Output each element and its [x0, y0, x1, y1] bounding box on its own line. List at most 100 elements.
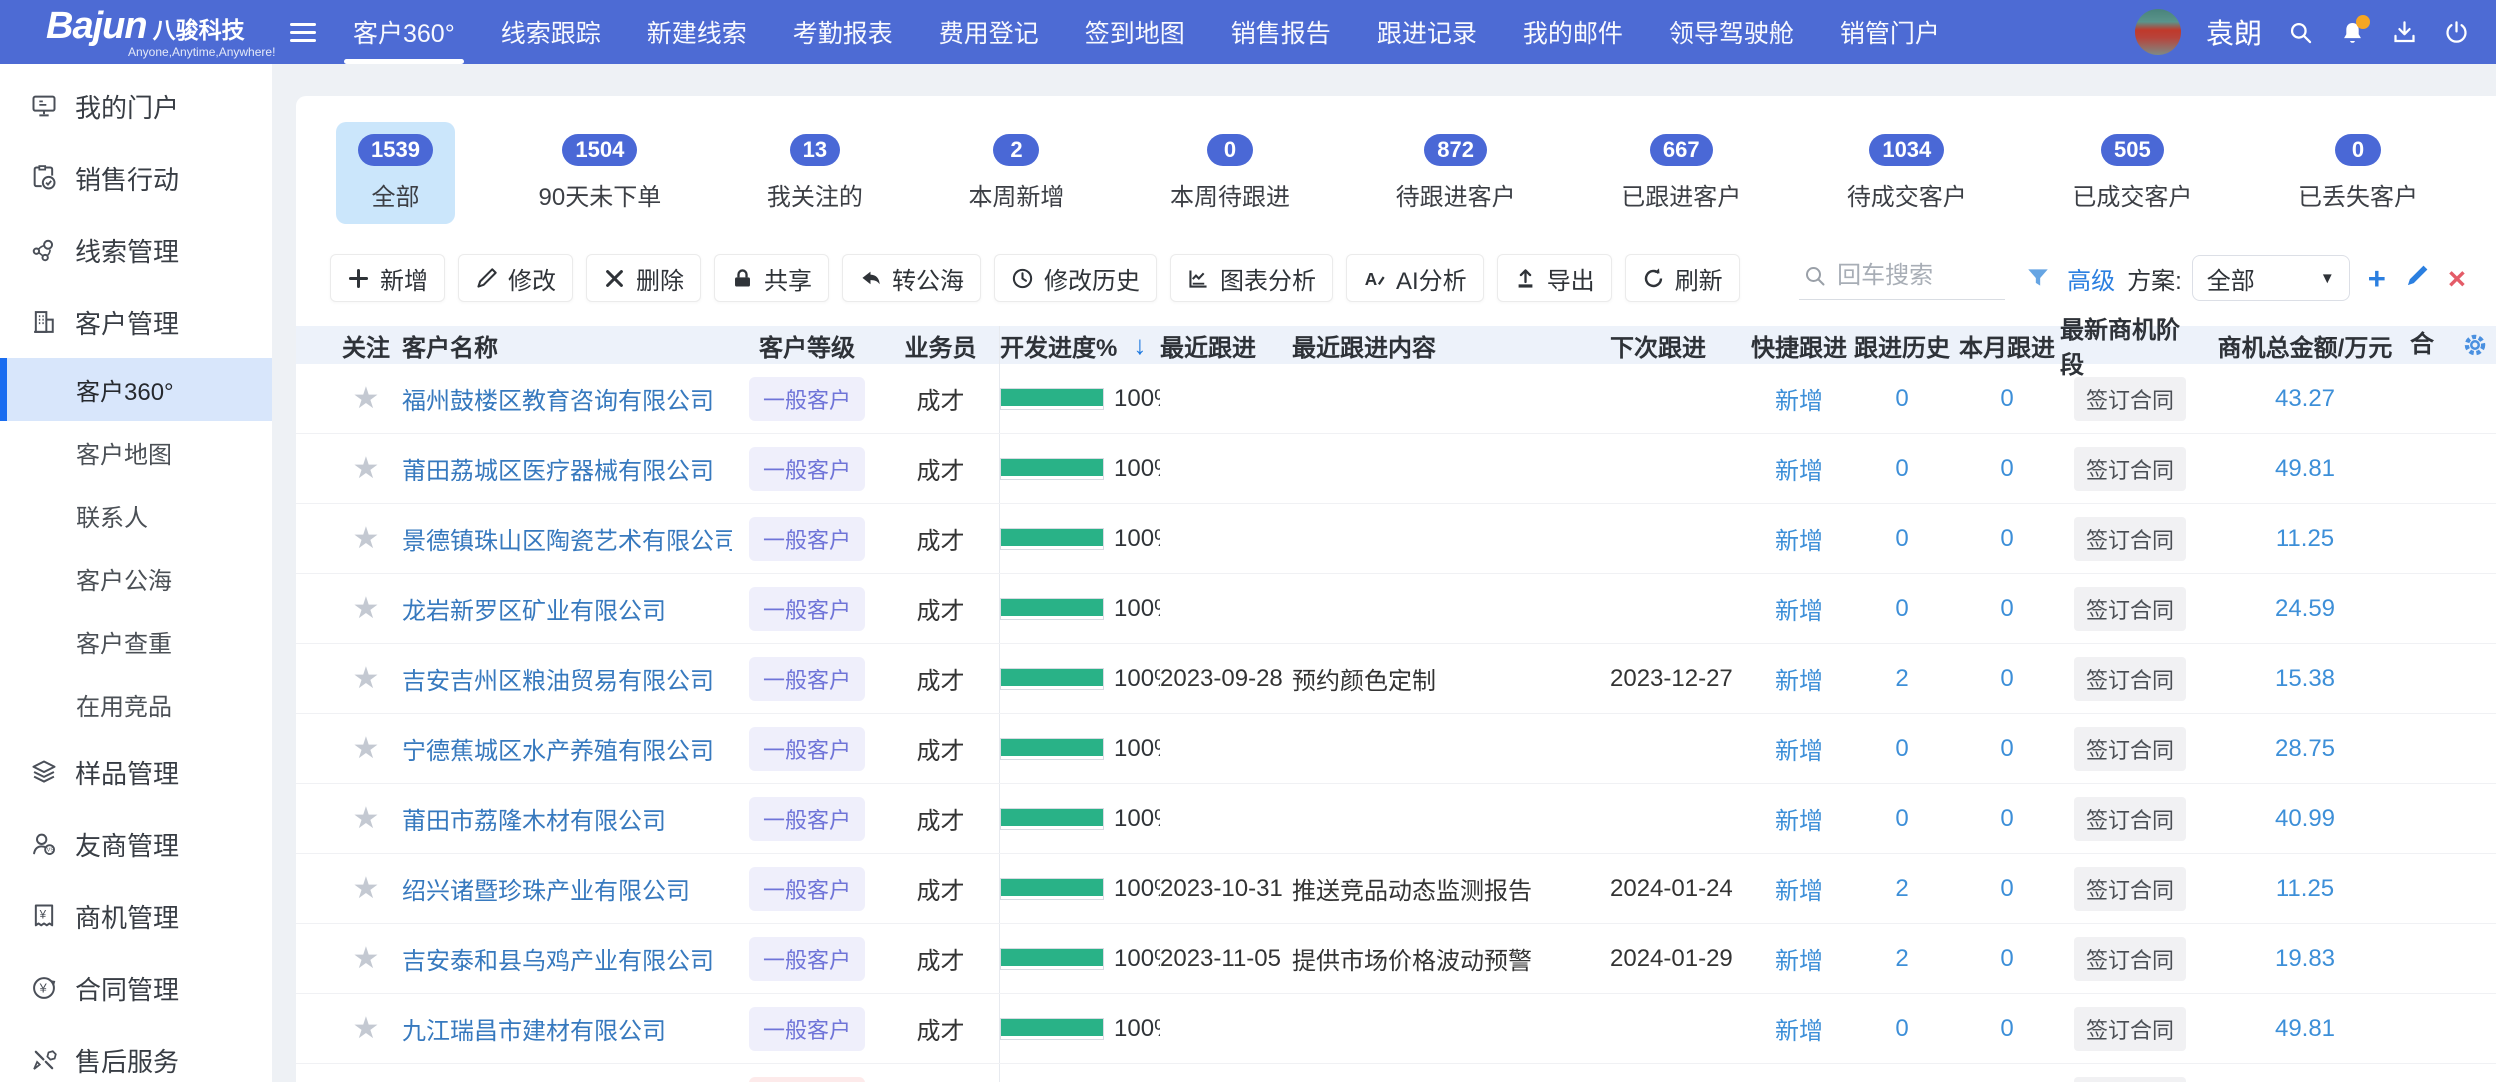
table-row[interactable]: ★ 九江瑞昌市建材有限公司 一般客户 成才 100% 新增 0 0 签订合同 4…	[296, 994, 2496, 1064]
follow-history-count[interactable]: 0	[1895, 1015, 1908, 1043]
nav-tab-费用登记[interactable]: 费用登记	[916, 0, 1062, 64]
table-row[interactable]: ★ 吉安吉州区粮油贸易有限公司 一般客户 成才 100% 2023-09-28 …	[296, 644, 2496, 714]
customer-name-link[interactable]: 莆田荔城区医疗器械有限公司	[402, 451, 714, 486]
follow-history-count[interactable]: 2	[1895, 945, 1908, 973]
sidebar-item-销售行动[interactable]: 销售行动	[0, 142, 272, 214]
stat-item-我关注的[interactable]: 13 我关注的	[745, 122, 885, 224]
quick-follow-link[interactable]: 新增	[1775, 1011, 1823, 1046]
stat-item-本周待跟进[interactable]: 0 本周待跟进	[1148, 122, 1312, 224]
sidebar-subitem-客户查重[interactable]: 客户查重	[0, 610, 272, 673]
month-follow-count[interactable]: 0	[2000, 735, 2013, 763]
nav-tab-销售报告[interactable]: 销售报告	[1208, 0, 1354, 64]
col-salesman[interactable]: 业务员	[882, 326, 1000, 364]
col-month-follow[interactable]: 本月跟进	[1954, 328, 2060, 363]
quick-follow-link[interactable]: 新增	[1775, 731, 1823, 766]
star-icon[interactable]: ★	[353, 451, 380, 486]
star-icon[interactable]: ★	[353, 381, 380, 416]
quick-follow-link[interactable]: 新增	[1775, 661, 1823, 696]
amount-link[interactable]: 28.75	[2275, 735, 2335, 763]
stat-item-已成交客户[interactable]: 505 已成交客户	[2050, 122, 2214, 224]
col-history[interactable]: 跟进历史	[1850, 328, 1954, 363]
customer-name-link[interactable]: 吉安泰和县乌鸡产业有限公司	[402, 941, 714, 976]
month-follow-count[interactable]: 0	[2000, 875, 2013, 903]
download-icon[interactable]	[2391, 19, 2418, 46]
funnel-filter-icon[interactable]	[2025, 265, 2051, 291]
sidebar-subitem-客户公海[interactable]: 客户公海	[0, 547, 272, 610]
sidebar-subitem-联系人[interactable]: 联系人	[0, 484, 272, 547]
nav-tab-领导驾驶舱[interactable]: 领导驾驶舱	[1646, 0, 1817, 64]
sidebar-item-商机管理[interactable]: ¥ 商机管理	[0, 880, 272, 952]
star-icon[interactable]: ★	[353, 731, 380, 766]
nav-tab-线索跟踪[interactable]: 线索跟踪	[478, 0, 624, 64]
month-follow-count[interactable]: 0	[2000, 595, 2013, 623]
month-follow-count[interactable]: 0	[2000, 945, 2013, 973]
table-row[interactable]: ★ 宁德蕉城区水产养殖有限公司 一般客户 成才 100% 新增 0 0 签订合同…	[296, 714, 2496, 784]
column-settings-gear-icon[interactable]	[2460, 330, 2490, 360]
search-icon[interactable]	[2287, 19, 2314, 46]
toolbar-button-删除[interactable]: 删除	[586, 254, 701, 302]
search-input[interactable]	[1835, 261, 1995, 291]
follow-history-count[interactable]: 2	[1895, 665, 1908, 693]
sidebar-subitem-客户地图[interactable]: 客户地图	[0, 421, 272, 484]
follow-history-count[interactable]: 0	[1895, 735, 1908, 763]
avatar[interactable]	[2135, 9, 2181, 55]
month-follow-count[interactable]: 0	[2000, 665, 2013, 693]
nav-tab-签到地图[interactable]: 签到地图	[1062, 0, 1208, 64]
star-icon[interactable]: ★	[353, 591, 380, 626]
quick-follow-link[interactable]: 新增	[1775, 591, 1823, 626]
table-row[interactable]: ★ 吉安泰和县乌鸡产业有限公司 一般客户 成才 100% 2023-11-05 …	[296, 924, 2496, 994]
amount-link[interactable]: 15.38	[2275, 665, 2335, 693]
sidebar-item-我的门户[interactable]: 我的门户	[0, 70, 272, 142]
nav-tab-考勤报表[interactable]: 考勤报表	[770, 0, 916, 64]
nav-tab-销管门户[interactable]: 销管门户	[1817, 0, 1963, 64]
amount-link[interactable]: 43.27	[2275, 385, 2335, 413]
follow-history-count[interactable]: 0	[1895, 805, 1908, 833]
customer-name-link[interactable]: 福州鼓楼区教育咨询有限公司	[402, 381, 714, 416]
stat-item-待成交客户[interactable]: 1034 待成交客户	[1825, 122, 1989, 224]
col-stage[interactable]: 最新商机阶段	[2060, 310, 2200, 380]
sidebar-item-售后服务[interactable]: 售后服务	[0, 1024, 272, 1082]
star-icon[interactable]: ★	[353, 521, 380, 556]
col-last-content[interactable]: 最近跟进内容	[1292, 328, 1610, 363]
sidebar-item-合同管理[interactable]: ¥ 合同管理	[0, 952, 272, 1024]
customer-name-link[interactable]: 绍兴诸暨珍珠产业有限公司	[402, 871, 690, 906]
table-row[interactable]: ★ 龙岩新罗区矿业有限公司 一般客户 成才 100% 新增 0 0 签订合同 2…	[296, 574, 2496, 644]
toolbar-button-转公海[interactable]: 转公海	[842, 254, 981, 302]
month-follow-count[interactable]: 0	[2000, 455, 2013, 483]
stat-item-已丢失客户[interactable]: 0 已丢失客户	[2276, 122, 2440, 224]
stat-item-90天未下单[interactable]: 1504 90天未下单	[517, 122, 684, 224]
toolbar-button-导出[interactable]: 导出	[1497, 254, 1612, 302]
quick-follow-link[interactable]: 新增	[1775, 451, 1823, 486]
star-icon[interactable]: ★	[353, 871, 380, 906]
col-quick-follow[interactable]: 快捷跟进	[1748, 328, 1850, 363]
follow-history-count[interactable]: 0	[1895, 455, 1908, 483]
toolbar-button-刷新[interactable]: 刷新	[1625, 254, 1740, 302]
customer-name-link[interactable]: 九江瑞昌市建材有限公司	[402, 1011, 666, 1046]
toolbar-button-AI分析[interactable]: A AI分析	[1346, 254, 1484, 302]
customer-name-link[interactable]: 景德镇珠山区陶瓷艺术有限公司	[402, 521, 732, 556]
month-follow-count[interactable]: 0	[2000, 385, 2013, 413]
quick-follow-link[interactable]: 新增	[1775, 521, 1823, 556]
table-row[interactable]: ★ 绍兴诸暨珍珠产业有限公司 一般客户 成才 100% 2023-10-31 推…	[296, 854, 2496, 924]
follow-history-count[interactable]: 0	[1895, 385, 1908, 413]
table-row[interactable]: ★ 景德镇珠山区陶瓷艺术有限公司 一般客户 成才 100% 新增 0 0 签订合…	[296, 504, 2496, 574]
add-plan-icon[interactable]: +	[2368, 263, 2386, 294]
sidebar-item-友商管理[interactable]: VS 友商管理	[0, 808, 272, 880]
col-progress[interactable]: 开发进度% ↓	[1000, 328, 1160, 363]
col-last-follow[interactable]: 最近跟进	[1160, 328, 1292, 363]
sort-desc-icon[interactable]: ↓	[1133, 330, 1146, 361]
stat-item-全部[interactable]: 1539 全部	[336, 122, 455, 224]
power-icon[interactable]	[2443, 19, 2470, 46]
follow-history-count[interactable]: 0	[1895, 525, 1908, 553]
stat-item-本周新增[interactable]: 2 本周新增	[946, 122, 1086, 224]
star-icon[interactable]: ★	[353, 801, 380, 836]
advanced-filter-link[interactable]: 高级	[2067, 261, 2115, 296]
month-follow-count[interactable]: 0	[2000, 1015, 2013, 1043]
table-row[interactable]: ★ 莆田市荔隆木材有限公司 一般客户 成才 100% 新增 0 0 签订合同 4…	[296, 784, 2496, 854]
quick-follow-link[interactable]: 新增	[1775, 801, 1823, 836]
customer-name-link[interactable]: 宁德蕉城区水产养殖有限公司	[402, 731, 714, 766]
quick-follow-link[interactable]: 新增	[1775, 381, 1823, 416]
amount-link[interactable]: 40.99	[2275, 805, 2335, 833]
star-icon[interactable]: ★	[353, 1011, 380, 1046]
plan-select[interactable]: 全部 ▼	[2192, 255, 2350, 301]
